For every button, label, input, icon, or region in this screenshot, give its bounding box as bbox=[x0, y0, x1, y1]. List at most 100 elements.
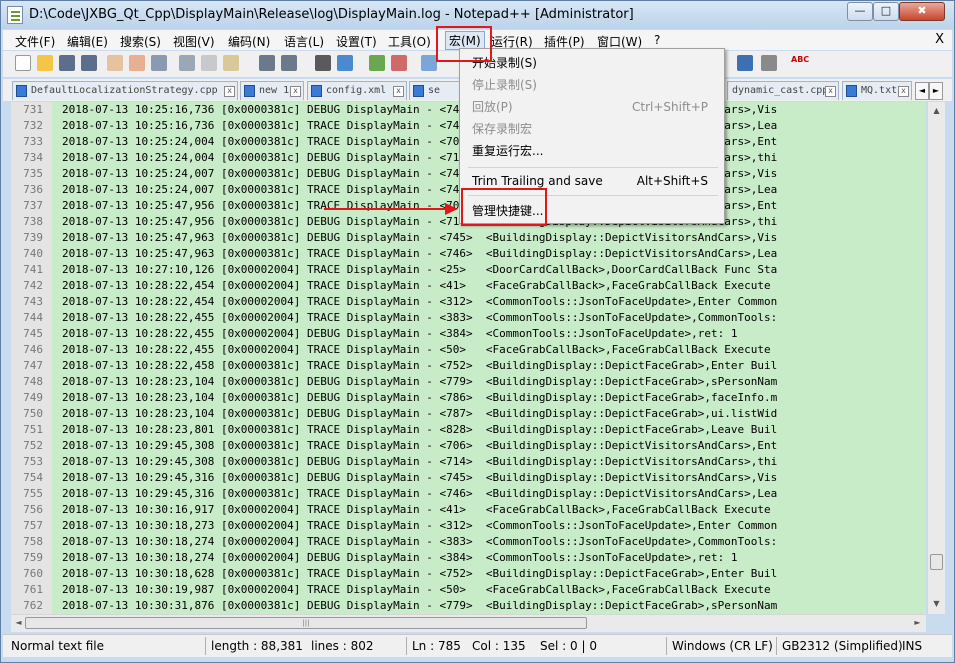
save-icon[interactable] bbox=[59, 55, 75, 71]
open-file-icon[interactable] bbox=[37, 55, 53, 71]
line-number: 761 bbox=[23, 583, 43, 596]
new-file-icon[interactable] bbox=[15, 55, 31, 71]
code-line[interactable]: 749 2018-07-13 10:28:23,104 [0x0000381c] … bbox=[11, 390, 926, 406]
maximize-button[interactable]: □ bbox=[873, 2, 899, 21]
tab-new-1[interactable]: new 1 x bbox=[240, 81, 304, 100]
code-line[interactable]: 760 2018-07-13 10:30:18,628 [0x0000381c] … bbox=[11, 566, 926, 582]
menu-close-document[interactable]: X bbox=[935, 32, 944, 47]
save-macro-icon[interactable] bbox=[761, 55, 777, 71]
sync-scroll-icon[interactable] bbox=[421, 55, 437, 71]
tab-close-icon[interactable]: x bbox=[224, 86, 235, 97]
copy-icon[interactable] bbox=[201, 55, 217, 71]
undo-icon[interactable] bbox=[259, 55, 275, 71]
tab-close-icon[interactable]: x bbox=[393, 86, 404, 97]
tab-dynamic-cast[interactable]: dynamic_cast.cpp x bbox=[727, 81, 839, 100]
status-bar: Normal text file length : 88,381 lines :… bbox=[3, 634, 952, 657]
close-button[interactable]: ✖ bbox=[899, 2, 945, 21]
code-line[interactable]: 745 2018-07-13 10:28:22,455 [0x00002004] … bbox=[11, 326, 926, 342]
macro-start-recording[interactable]: 开始录制(S) bbox=[472, 53, 716, 73]
line-text: 2018-07-13 10:29:45,316 [0x0000381c] DEB… bbox=[62, 471, 778, 484]
status-eol: Windows (CR LF) bbox=[672, 639, 773, 653]
code-line[interactable]: 743 2018-07-13 10:28:22,454 [0x00002004] … bbox=[11, 294, 926, 310]
code-line[interactable]: 752 2018-07-13 10:29:45,308 [0x0000381c] … bbox=[11, 438, 926, 454]
spellcheck-icon[interactable]: ABC bbox=[791, 55, 811, 71]
code-line[interactable]: 757 2018-07-13 10:30:18,273 [0x00002004] … bbox=[11, 518, 926, 534]
tab-close-icon[interactable]: x bbox=[898, 86, 909, 97]
tab-config-xml[interactable]: config.xml x bbox=[307, 81, 407, 100]
tab-close-icon[interactable]: x bbox=[825, 86, 836, 97]
tab-mq-txt[interactable]: MQ.txt x bbox=[842, 81, 912, 100]
vertical-scrollbar[interactable]: ▲ ▼ bbox=[927, 102, 945, 614]
horizontal-scroll-thumb[interactable]: ||| bbox=[25, 617, 587, 629]
menu-file[interactable]: 文件(F) bbox=[15, 33, 55, 50]
code-line[interactable]: 744 2018-07-13 10:28:22,455 [0x00002004] … bbox=[11, 310, 926, 326]
annotation-arrow-icon bbox=[445, 203, 458, 215]
code-line[interactable]: 756 2018-07-13 10:30:16,917 [0x00002004] … bbox=[11, 502, 926, 518]
find-icon[interactable] bbox=[315, 55, 331, 71]
code-line[interactable]: 755 2018-07-13 10:29:45,316 [0x0000381c] … bbox=[11, 486, 926, 502]
menu-help[interactable]: ? bbox=[654, 33, 660, 47]
tab-se[interactable]: se bbox=[409, 81, 461, 100]
code-line[interactable]: 739 2018-07-13 10:25:47,963 [0x0000381c] … bbox=[11, 230, 926, 246]
line-number: 743 bbox=[23, 295, 43, 308]
replace-icon[interactable] bbox=[337, 55, 353, 71]
code-line[interactable]: 758 2018-07-13 10:30:18,274 [0x00002004] … bbox=[11, 534, 926, 550]
line-number: 739 bbox=[23, 231, 43, 244]
vertical-scroll-thumb[interactable] bbox=[930, 554, 943, 570]
line-number: 757 bbox=[23, 519, 43, 532]
line-text: 2018-07-13 10:25:47,963 [0x0000381c] TRA… bbox=[62, 247, 778, 260]
menu-language[interactable]: 语言(L) bbox=[284, 33, 324, 50]
code-line[interactable]: 754 2018-07-13 10:29:45,316 [0x0000381c] … bbox=[11, 470, 926, 486]
code-line[interactable]: 741 2018-07-13 10:27:10,126 [0x00002004] … bbox=[11, 262, 926, 278]
code-line[interactable]: 751 2018-07-13 10:28:23,801 [0x0000381c] … bbox=[11, 422, 926, 438]
menu-edit[interactable]: 编辑(E) bbox=[67, 33, 108, 50]
playback-multiple-icon[interactable] bbox=[737, 55, 753, 71]
tab-close-icon[interactable]: x bbox=[290, 86, 301, 97]
code-line[interactable]: 740 2018-07-13 10:25:47,963 [0x0000381c] … bbox=[11, 246, 926, 262]
close-file-icon[interactable] bbox=[107, 55, 123, 71]
scroll-down-icon[interactable]: ▼ bbox=[930, 597, 943, 611]
menu-view[interactable]: 视图(V) bbox=[173, 33, 215, 50]
window-title: D:\Code\JXBG_Qt_Cpp\DisplayMain\Release\… bbox=[29, 7, 634, 22]
status-insert-mode: INS bbox=[902, 639, 923, 653]
line-number: 756 bbox=[23, 503, 43, 516]
tab-scroll-right-icon[interactable]: ► bbox=[929, 82, 943, 100]
file-icon bbox=[16, 85, 27, 97]
notepad-app-icon bbox=[7, 6, 23, 24]
code-line[interactable]: 761 2018-07-13 10:30:19,987 [0x00002004] … bbox=[11, 582, 926, 598]
zoom-out-icon[interactable] bbox=[391, 55, 407, 71]
tab-scroll-left-icon[interactable]: ◄ bbox=[915, 82, 929, 100]
code-line[interactable]: 750 2018-07-13 10:28:23,104 [0x0000381c] … bbox=[11, 406, 926, 422]
menu-tools[interactable]: 工具(O) bbox=[388, 33, 431, 50]
minimize-button[interactable]: — bbox=[847, 2, 873, 21]
macro-run-multiple[interactable]: 重复运行宏... bbox=[472, 141, 716, 161]
menu-search[interactable]: 搜索(S) bbox=[120, 33, 161, 50]
code-line[interactable]: 748 2018-07-13 10:28:23,104 [0x0000381c] … bbox=[11, 374, 926, 390]
horizontal-scrollbar[interactable]: ◄ ||| ► bbox=[11, 614, 926, 632]
close-all-icon[interactable] bbox=[129, 55, 145, 71]
code-line[interactable]: 742 2018-07-13 10:28:22,454 [0x00002004] … bbox=[11, 278, 926, 294]
file-icon bbox=[311, 85, 322, 97]
save-all-icon[interactable] bbox=[81, 55, 97, 71]
macro-stop-recording: 停止录制(S) bbox=[472, 78, 537, 92]
code-line[interactable]: 753 2018-07-13 10:29:45,308 [0x0000381c] … bbox=[11, 454, 926, 470]
print-icon[interactable] bbox=[151, 55, 167, 71]
status-column: Col : 135 bbox=[472, 639, 526, 653]
annotation-arrow-line bbox=[324, 208, 449, 210]
scroll-right-icon[interactable]: ► bbox=[911, 616, 924, 630]
line-number: 755 bbox=[23, 487, 43, 500]
menu-settings[interactable]: 设置(T) bbox=[336, 33, 377, 50]
file-icon bbox=[413, 85, 424, 97]
code-line[interactable]: 747 2018-07-13 10:28:22,458 [0x0000381c] … bbox=[11, 358, 926, 374]
menu-encoding[interactable]: 编码(N) bbox=[228, 33, 270, 50]
paste-icon[interactable] bbox=[223, 55, 239, 71]
tab-default-localization[interactable]: DefaultLocalizationStrategy.cpp x bbox=[12, 81, 238, 100]
redo-icon[interactable] bbox=[281, 55, 297, 71]
code-line[interactable]: 746 2018-07-13 10:28:22,455 [0x00002004] … bbox=[11, 342, 926, 358]
code-line[interactable]: 759 2018-07-13 10:30:18,274 [0x00002004] … bbox=[11, 550, 926, 566]
scroll-up-icon[interactable]: ▲ bbox=[930, 104, 943, 118]
cut-icon[interactable] bbox=[179, 55, 195, 71]
zoom-in-icon[interactable] bbox=[369, 55, 385, 71]
scroll-left-icon[interactable]: ◄ bbox=[12, 616, 25, 630]
code-line[interactable]: 762 2018-07-13 10:30:31,876 [0x0000381c] … bbox=[11, 598, 926, 614]
